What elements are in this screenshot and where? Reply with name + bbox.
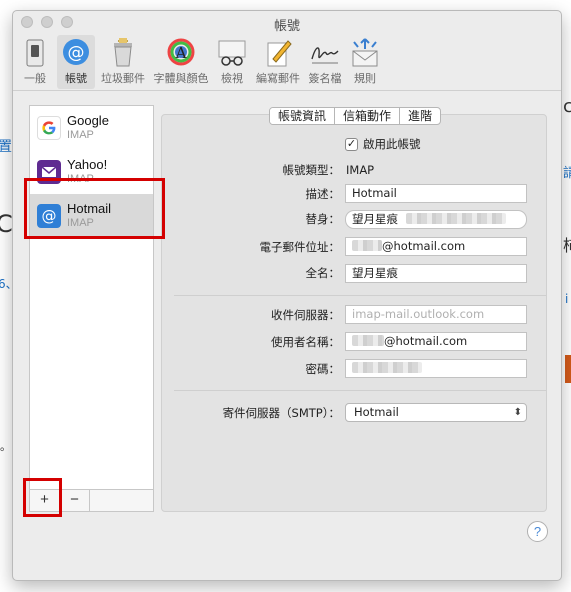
bg-orange-mark [565,355,571,383]
fullname-label: 全名： [305,266,341,280]
bg-fragment-2: C [0,210,13,238]
remove-account-button[interactable]: − [60,490,90,511]
redacted-text [405,213,506,224]
bg-fragment-1: 置 [0,139,12,155]
alias-field[interactable]: 望月星痕 [345,210,527,229]
alias-value: 望月星痕 [352,212,398,226]
description-label: 描述： [305,187,341,201]
toolbar-label: 帳號 [65,72,87,85]
description-field[interactable]: Hotmail [345,184,527,203]
incoming-server-label: 收件伺服器： [271,308,340,322]
account-name: Yahoo! [67,157,108,172]
account-name: Google [67,113,109,128]
description-value: Hotmail [352,186,397,200]
chevron-up-down-icon: ⬍ [513,407,522,418]
toolbar-label: 一般 [24,72,46,85]
tab-advanced[interactable]: 進階 [400,108,440,124]
toolbar-general[interactable]: 一般 [19,35,51,89]
bg-fragment-6: i [565,292,569,306]
help-button[interactable]: ? [527,521,548,542]
account-type-value: IMAP [346,163,375,177]
smtp-server-popup[interactable]: Hotmail ⬍ [345,403,527,422]
smtp-server-value: Hotmail [354,405,399,419]
add-button-highlight-box [23,478,62,517]
toolbar-label: 垃圾郵件 [101,72,145,85]
account-item-google[interactable]: Google IMAP [30,106,153,150]
incoming-server-field[interactable]: imap-mail.outlook.com [345,305,527,324]
toolbar-label: 規則 [354,72,376,85]
password-label: 密碼： [305,362,341,376]
trash-bin-icon [114,38,132,67]
toolbar-rules[interactable]: 規則 [347,35,383,89]
fullname-field[interactable]: 望月星痕 [345,264,527,283]
preferences-window: 帳號 一般 @ 帳號 垃圾郵件 A 字體與顏色 檢視 編寫郵件 簽名檔 規則 G… [12,10,562,581]
username-value: @hotmail.com [384,334,468,348]
bg-fragment-8: 。 [0,440,11,453]
switch-icon [26,39,44,67]
username-label: 使用者名稱： [271,335,340,349]
form-labels: 帳號類型： 描述： 替身： 電子郵件位址： 全名： 收件伺服器： 使用者名稱： … [153,11,341,580]
account-type-label: 帳號類型： [282,163,341,177]
password-field[interactable] [345,359,527,378]
at-sign-icon: @ [63,39,89,65]
redacted-text [352,335,384,346]
toolbar-accounts[interactable]: @ 帳號 [57,35,95,89]
google-icon [37,116,61,140]
alias-label: 替身： [305,212,341,226]
enable-account-label: 啟用此帳號 [363,137,421,151]
rules-envelope-icon [352,38,378,67]
account-list[interactable]: Google IMAP Yahoo! IMAP @ Hotmail IMAP [29,105,154,490]
email-field[interactable]: @hotmail.com [345,237,527,256]
fullname-value: 望月星痕 [352,266,398,280]
enable-account-checkbox[interactable]: ✓ [345,138,358,151]
redacted-text [352,240,382,251]
email-label: 電子郵件位址： [259,240,341,254]
email-value: @hotmail.com [382,239,466,253]
username-field[interactable]: @hotmail.com [345,332,527,351]
tab-mailbox-behaviors[interactable]: 信箱動作 [335,108,401,124]
bg-fragment-5: c [563,96,571,117]
smtp-label: 寄件伺服器（SMTP）： [222,406,340,420]
redacted-password [352,362,422,373]
incoming-server-placeholder: imap-mail.outlook.com [352,307,485,321]
account-type: IMAP [67,129,94,141]
hotmail-highlight-box [24,178,165,239]
bg-fragment-4: 請 [563,166,571,181]
form-divider [174,390,546,391]
toolbar-junk[interactable]: 垃圾郵件 [99,35,147,89]
form-divider [174,295,546,296]
svg-text:@: @ [68,43,85,63]
bg-fragment-7: 柿 [563,232,571,256]
